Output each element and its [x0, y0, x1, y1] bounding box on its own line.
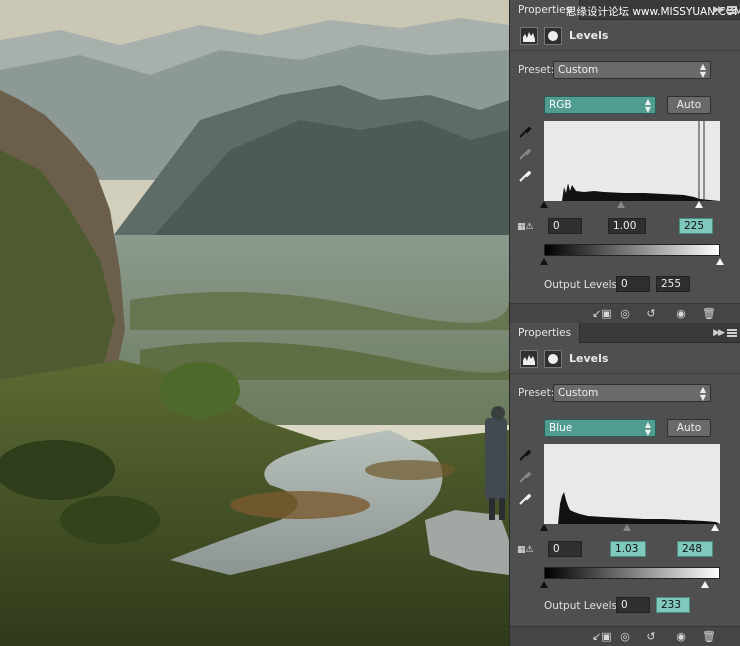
histogram [544, 121, 720, 201]
panel-tabbar: Properties ▶▶ [510, 323, 740, 343]
input-gamma-field[interactable]: 1.00 [608, 218, 646, 234]
input-white-handle[interactable] [695, 201, 703, 208]
output-levels-slider[interactable] [540, 258, 724, 266]
white-point-eyedropper-icon[interactable] [518, 169, 532, 183]
view-previous-state-icon[interactable]: ◎ [618, 630, 632, 644]
input-levels-slider[interactable] [540, 201, 720, 209]
channel-dropdown[interactable]: RGB ▲ ▼ [544, 96, 656, 114]
levels-histogram-icon [520, 27, 538, 45]
double-chevron-right-icon[interactable]: ▶▶ [713, 323, 725, 343]
output-levels-label: Output Levels: [544, 279, 621, 291]
levels-histogram-icon [520, 350, 538, 368]
visibility-eye-icon[interactable]: ◉ [674, 630, 688, 644]
landscape-canvas [0, 0, 509, 646]
levels-properties-panel-bottom: Properties ▶▶ Levels Preset: Custom ▲ ▼ B… [509, 323, 740, 646]
output-white-handle[interactable] [716, 258, 724, 265]
input-levels-slider[interactable] [540, 524, 720, 532]
output-white-handle[interactable] [701, 581, 709, 588]
output-black-field[interactable]: 0 [616, 276, 650, 292]
input-white-field[interactable]: 248 [677, 541, 713, 557]
preset-label: Preset: [518, 387, 555, 399]
clip-to-layer-icon[interactable]: ↙▣ [592, 630, 612, 644]
output-levels-label: Output Levels: [544, 600, 621, 612]
tab-properties[interactable]: Properties [510, 0, 581, 20]
auto-button[interactable]: Auto [667, 96, 711, 114]
preset-dropdown[interactable]: Custom ▲ ▼ [553, 61, 711, 79]
output-gradient-bar [544, 244, 720, 256]
visibility-eye-icon[interactable]: ◉ [674, 307, 688, 321]
input-black-handle[interactable] [540, 524, 548, 531]
landscape-image [0, 0, 509, 646]
channel-value: RGB [549, 99, 572, 111]
dropdown-arrows-icon: ▲ ▼ [699, 385, 706, 402]
panel-title: Levels [569, 352, 609, 365]
input-white-field[interactable]: 225 [679, 218, 713, 234]
reset-icon[interactable]: ↺ [644, 307, 658, 321]
output-levels-slider[interactable] [540, 581, 720, 589]
layer-mask-icon[interactable] [544, 350, 562, 368]
dropdown-arrows-icon: ▲ ▼ [644, 97, 651, 114]
layer-mask-icon[interactable] [544, 27, 562, 45]
reset-icon[interactable]: ↺ [644, 630, 658, 644]
preset-dropdown[interactable]: Custom ▲ ▼ [553, 384, 711, 402]
output-gradient-bar [544, 567, 720, 579]
input-gamma-handle[interactable] [617, 201, 625, 208]
panel-menu-icon[interactable] [727, 6, 737, 14]
panel-bottom-toolbar: ↙▣ ◎ ↺ ◉ 🗑 [510, 626, 740, 646]
output-black-handle[interactable] [540, 581, 548, 588]
panel-menu-icon[interactable] [727, 329, 737, 337]
input-black-field[interactable]: 0 [548, 541, 582, 557]
panel-header: Levels [510, 21, 740, 51]
output-white-field[interactable]: 233 [656, 597, 690, 613]
tab-properties[interactable]: Properties [510, 323, 581, 343]
gray-point-eyedropper-icon[interactable] [518, 470, 532, 484]
input-white-handle[interactable] [711, 524, 719, 531]
output-white-field[interactable]: 255 [656, 276, 690, 292]
trash-icon[interactable]: 🗑 [702, 307, 716, 321]
dropdown-arrows-icon: ▲ ▼ [644, 420, 651, 437]
trash-icon[interactable]: 🗑 [702, 630, 716, 644]
panel-header: Levels [510, 344, 740, 374]
double-chevron-right-icon[interactable]: ▶▶ [713, 0, 725, 20]
clipping-warning-icon[interactable]: ▦⚠ [517, 545, 537, 557]
input-black-handle[interactable] [540, 201, 548, 208]
clipping-warning-icon[interactable]: ▦⚠ [517, 222, 537, 234]
black-point-eyedropper-icon[interactable] [518, 448, 532, 462]
channel-value: Blue [549, 422, 573, 434]
levels-properties-panel-top: Properties 思缘设计论坛 www.MISSYUAN.COM ▶▶ Le… [509, 0, 740, 323]
panel-tabbar: Properties 思缘设计论坛 www.MISSYUAN.COM ▶▶ [510, 0, 740, 20]
input-gamma-field[interactable]: 1.03 [610, 541, 646, 557]
histogram [544, 444, 720, 524]
panel-bottom-toolbar: ↙▣ ◎ ↺ ◉ 🗑 [510, 303, 740, 323]
preset-value: Custom [558, 64, 599, 76]
input-gamma-handle[interactable] [623, 524, 631, 531]
input-black-field[interactable]: 0 [548, 218, 582, 234]
view-previous-state-icon[interactable]: ◎ [618, 307, 632, 321]
auto-button[interactable]: Auto [667, 419, 711, 437]
clip-to-layer-icon[interactable]: ↙▣ [592, 307, 612, 321]
preset-label: Preset: [518, 64, 555, 76]
panel-title: Levels [569, 29, 609, 42]
gray-point-eyedropper-icon[interactable] [518, 147, 532, 161]
output-black-field[interactable]: 0 [616, 597, 650, 613]
white-point-eyedropper-icon[interactable] [518, 492, 532, 506]
preset-value: Custom [558, 387, 599, 399]
channel-dropdown[interactable]: Blue ▲ ▼ [544, 419, 656, 437]
black-point-eyedropper-icon[interactable] [518, 125, 532, 139]
output-black-handle[interactable] [540, 258, 548, 265]
dropdown-arrows-icon: ▲ ▼ [699, 62, 706, 79]
